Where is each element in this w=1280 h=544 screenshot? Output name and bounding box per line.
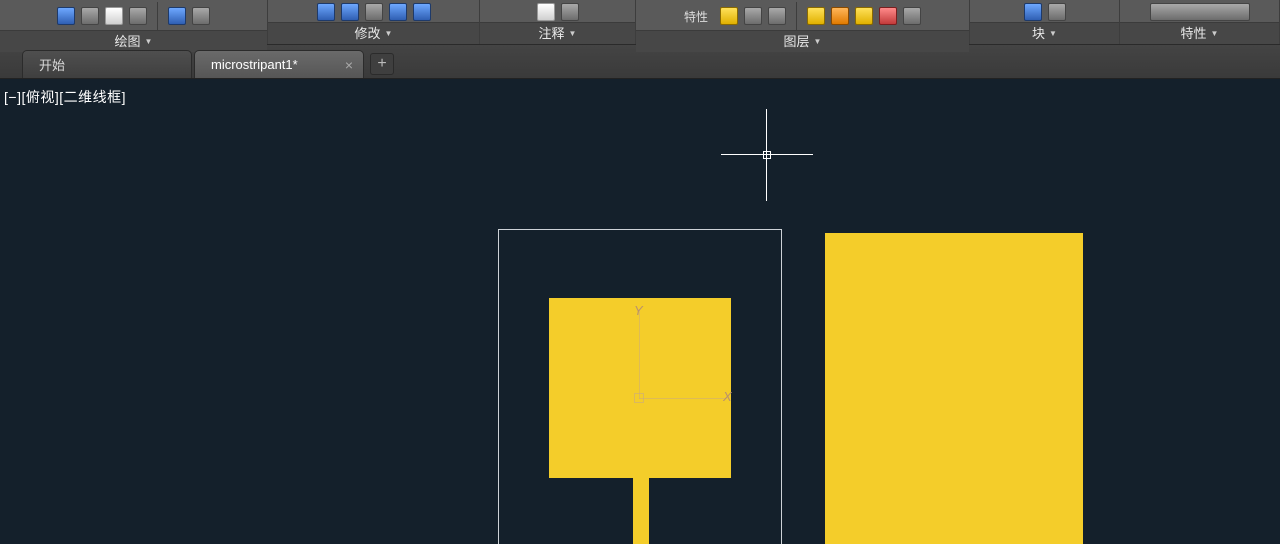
drawing-canvas[interactable]: [−][俯视][二维线框] Y X: [0, 79, 1280, 544]
tab-start[interactable]: 开始: [22, 50, 192, 78]
draw-tool-icon[interactable]: [105, 7, 123, 25]
plus-icon: +: [377, 55, 386, 73]
ribbon-panel-label-properties[interactable]: 特性 ▼: [1120, 22, 1279, 44]
pickbox-icon: [763, 151, 771, 159]
chevron-down-icon: ▼: [1211, 23, 1219, 45]
ribbon-panel-label-draw[interactable]: 绘图 ▼: [0, 30, 267, 52]
chevron-down-icon: ▼: [385, 23, 393, 45]
block-tool-icon[interactable]: [1024, 3, 1042, 21]
ribbon-panel-label-modify[interactable]: 修改 ▼: [268, 22, 479, 44]
close-icon[interactable]: ×: [345, 58, 353, 72]
viewport-controls-label[interactable]: [−][俯视][二维线框]: [4, 87, 126, 107]
ribbon-panel-modify: 修改 ▼: [268, 0, 480, 44]
layer-tool-icon[interactable]: [879, 7, 897, 25]
panel-label-text: 修改: [355, 23, 381, 45]
new-tab-button[interactable]: +: [370, 53, 394, 75]
chevron-down-icon: ▼: [1049, 23, 1057, 45]
panel-label-text: 特性: [1181, 23, 1207, 45]
draw-tool-icon[interactable]: [192, 7, 210, 25]
ribbon-panel-block: 块 ▼: [970, 0, 1120, 44]
tab-label: 开始: [39, 55, 65, 74]
layer-tool-icon[interactable]: [831, 7, 849, 25]
panel-label-text: 注释: [539, 23, 565, 45]
panel-label-text: 块: [1032, 23, 1045, 45]
draw-tool-icon[interactable]: [168, 7, 186, 25]
panel-label-text: 图层: [784, 31, 810, 53]
layer-tool-icon[interactable]: [744, 7, 762, 25]
properties-combo[interactable]: [1150, 3, 1250, 21]
ribbon-panel-annotate: 注释 ▼: [480, 0, 636, 44]
ribbon-strip: 绘图 ▼ 修改 ▼ 注释 ▼ 特性: [0, 0, 1280, 45]
ribbon-panel-label-block[interactable]: 块 ▼: [970, 22, 1119, 44]
ribbon-panel-label-layers[interactable]: 图层 ▼: [636, 30, 969, 52]
chevron-down-icon: ▼: [814, 31, 822, 53]
ground-plane-rect[interactable]: [825, 233, 1083, 544]
modify-tool-icon[interactable]: [317, 3, 335, 21]
modify-tool-icon[interactable]: [365, 3, 383, 21]
ribbon-panel-draw: 绘图 ▼: [0, 0, 268, 44]
annotate-tool-icon[interactable]: [537, 3, 555, 21]
layer-tool-icon[interactable]: [903, 7, 921, 25]
feed-line[interactable]: [633, 478, 649, 544]
layer-tool-icon[interactable]: [768, 7, 786, 25]
ribbon-panel-layers: 特性 图层 ▼: [636, 0, 970, 44]
draw-tool-icon[interactable]: [81, 7, 99, 25]
modify-tool-icon[interactable]: [341, 3, 359, 21]
draw-tool-icon[interactable]: [57, 7, 75, 25]
layer-tool-icon[interactable]: [720, 7, 738, 25]
chevron-down-icon: ▼: [569, 23, 577, 45]
ribbon-panel-properties: 特性 ▼: [1120, 0, 1280, 44]
patch-square[interactable]: [549, 298, 731, 478]
layer-tool-icon[interactable]: [855, 7, 873, 25]
flyout-partial-label: 特性: [684, 8, 708, 25]
annotate-tool-icon[interactable]: [561, 3, 579, 21]
modify-tool-icon[interactable]: [389, 3, 407, 21]
block-tool-icon[interactable]: [1048, 3, 1066, 21]
layer-tool-icon[interactable]: [807, 7, 825, 25]
tab-label: microstripant1*: [211, 57, 298, 72]
ribbon-panel-label-annotate[interactable]: 注释 ▼: [480, 22, 635, 44]
tab-drawing-file[interactable]: microstripant1* ×: [194, 50, 364, 78]
modify-tool-icon[interactable]: [413, 3, 431, 21]
draw-tool-icon[interactable]: [129, 7, 147, 25]
